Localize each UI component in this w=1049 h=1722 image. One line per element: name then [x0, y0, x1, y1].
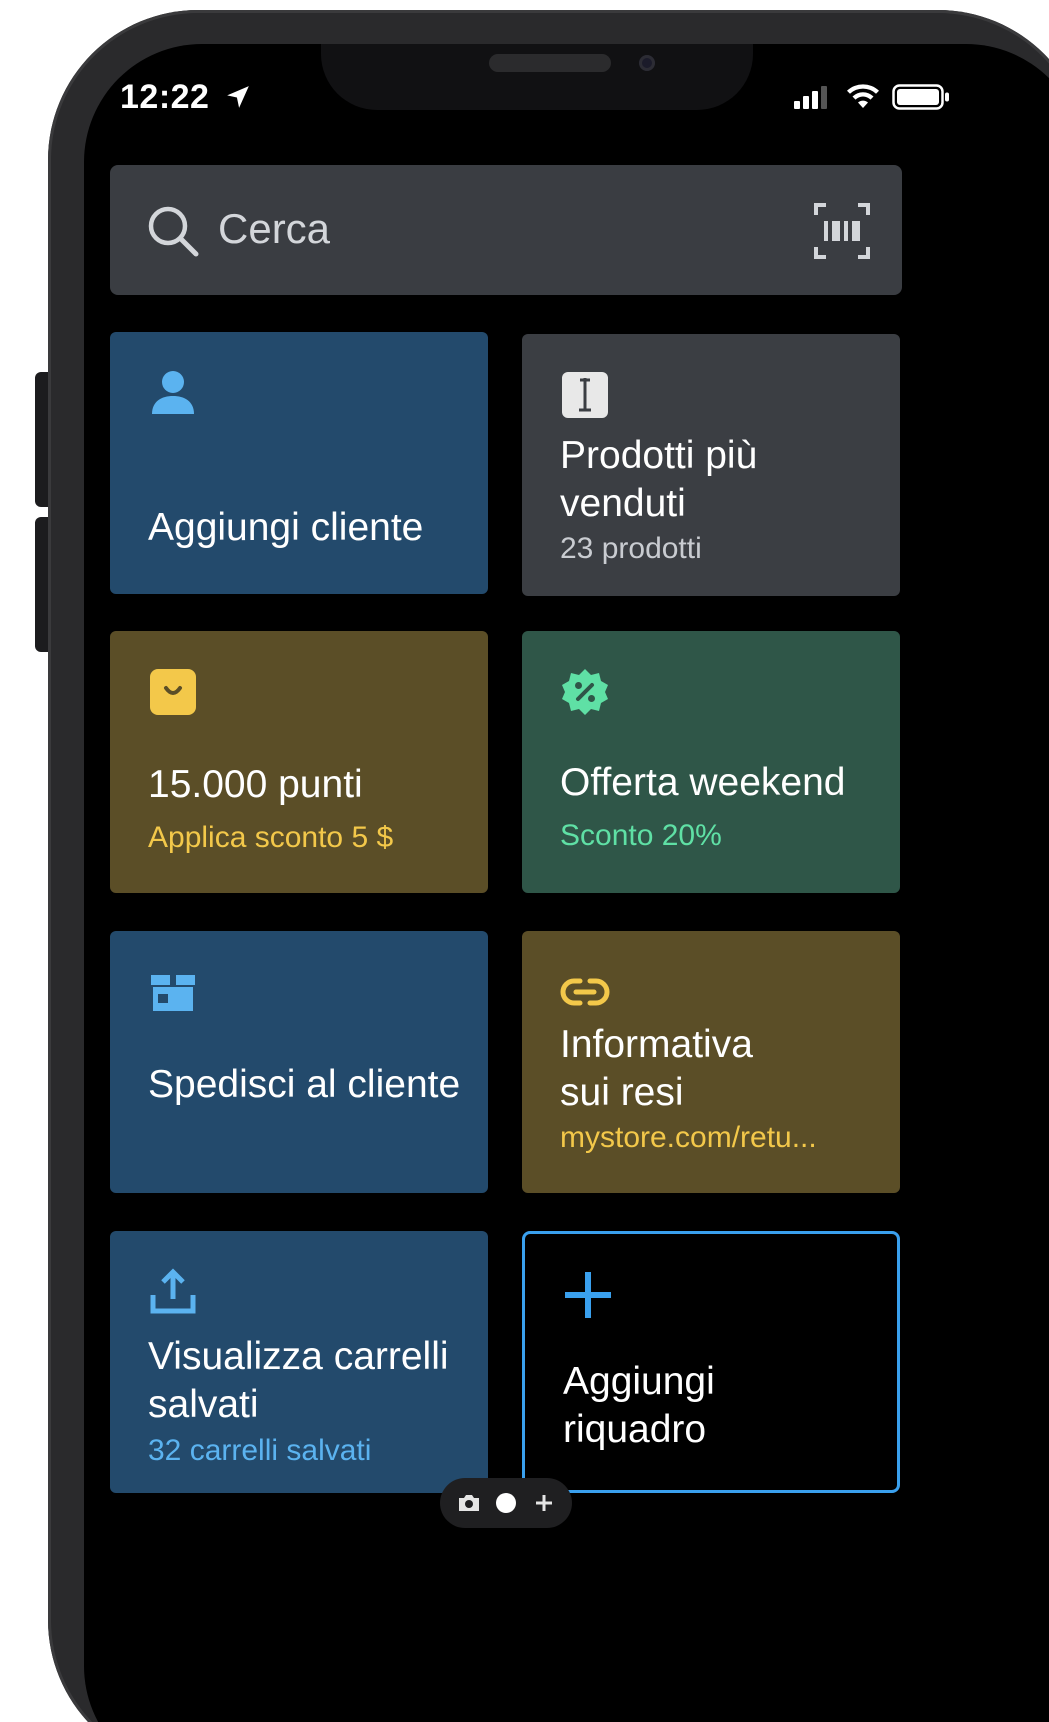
- tile-weekend-offer[interactable]: Offerta weekend Sconto 20%: [522, 631, 900, 893]
- tile-ship-to-customer[interactable]: Spedisci al cliente: [110, 931, 488, 1193]
- tile-subtitle: Sconto 20%: [560, 819, 722, 852]
- barcode-scan-icon[interactable]: [814, 203, 870, 259]
- tile-saved-carts[interactable]: Visualizza carrelli salvati 32 carrelli …: [110, 1231, 488, 1493]
- plus-icon: [565, 1272, 611, 1318]
- front-camera: [639, 55, 655, 71]
- tile-title: Aggiungi cliente: [148, 506, 424, 549]
- page-indicator: [440, 1478, 572, 1528]
- link-icon: [560, 978, 610, 1006]
- camera-icon[interactable]: [457, 1493, 481, 1513]
- search-input[interactable]: Cerca: [218, 203, 330, 255]
- signal-icon: [794, 86, 828, 109]
- shipping-icon: [151, 975, 195, 1011]
- product-icon: [562, 372, 608, 418]
- location-arrow-icon: [227, 86, 250, 108]
- tile-title: Informativa sui resi: [560, 1023, 753, 1114]
- tile-subtitle: 32 carrelli salvati: [148, 1434, 372, 1467]
- tile-add-tile[interactable]: Aggiungi riquadro: [522, 1231, 900, 1493]
- tile-title: 15.000 punti: [148, 763, 363, 806]
- tile-subtitle: Applica sconto 5 $: [148, 821, 394, 854]
- tile-subtitle: mystore.com/retu...: [560, 1121, 817, 1154]
- tile-loyalty-points[interactable]: 15.000 punti Applica sconto 5 $: [110, 631, 488, 893]
- tile-subtitle: 23 prodotti: [560, 532, 702, 565]
- tile-return-policy[interactable]: Informativa sui resi mystore.com/retu...: [522, 931, 900, 1193]
- plus-icon[interactable]: [534, 1493, 554, 1513]
- status-time-text: 12:22: [120, 78, 210, 116]
- current-page-dot[interactable]: [496, 1493, 516, 1513]
- upload-icon: [150, 1268, 196, 1314]
- tile-title: Spedisci al cliente: [148, 1063, 461, 1106]
- loyalty-icon: [150, 669, 196, 715]
- status-time: 12:22: [120, 78, 251, 117]
- discount-icon: [562, 669, 608, 715]
- tile-title: Visualizza carrelli salvati: [148, 1335, 449, 1426]
- notch: [321, 44, 753, 110]
- tile-title: Prodotti più venduti: [560, 434, 758, 525]
- person-icon: [152, 371, 194, 414]
- tile-title: Aggiungi riquadro: [563, 1360, 715, 1451]
- speaker-grille: [489, 54, 611, 72]
- status-icons: [793, 84, 950, 114]
- tile-best-selling-products[interactable]: Prodotti più venduti 23 prodotti: [522, 334, 900, 596]
- battery-icon: [892, 84, 949, 110]
- wifi-icon: [846, 84, 879, 108]
- phone-screen: 12:22 Cerca Aggiungi cliente Prodotti pi…: [84, 44, 1049, 1722]
- tile-add-customer[interactable]: Aggiungi cliente: [110, 332, 488, 594]
- tile-title: Offerta weekend: [560, 761, 846, 804]
- search-bar[interactable]: Cerca: [110, 165, 902, 295]
- product-photo: 12:22 Cerca Aggiungi cliente Prodotti pi…: [0, 0, 1049, 1722]
- search-icon: [148, 206, 199, 257]
